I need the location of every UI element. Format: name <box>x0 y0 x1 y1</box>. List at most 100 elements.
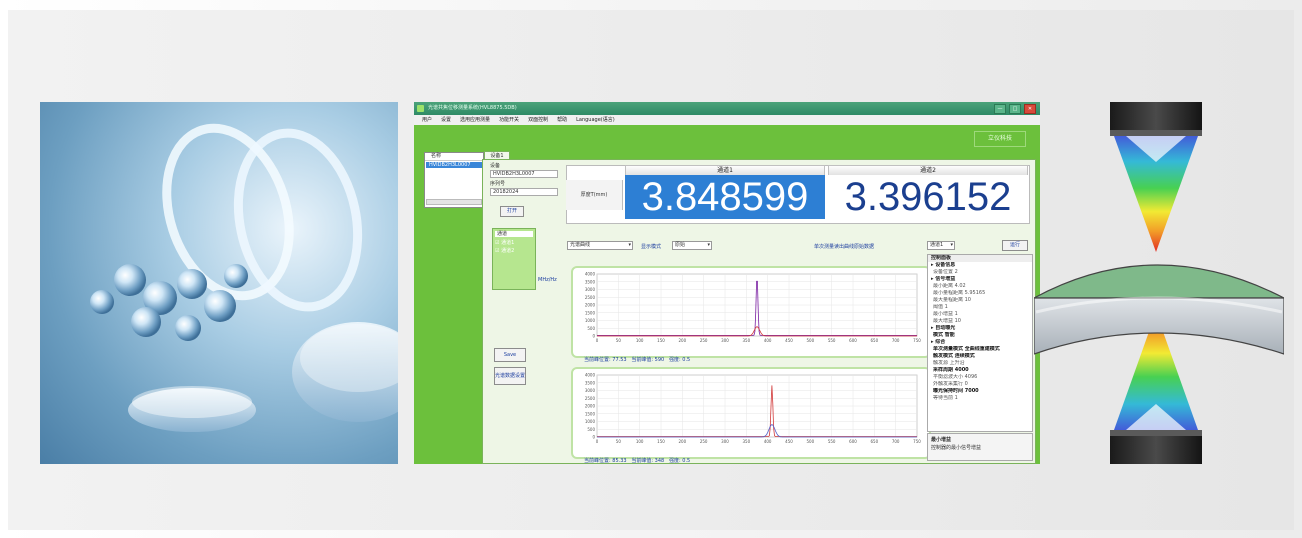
y-tick-label: 3000 <box>585 388 596 393</box>
open-button[interactable]: 打开 <box>500 206 524 217</box>
device-list-header: 名称 <box>425 153 483 161</box>
property-row[interactable]: 模式 智能 <box>928 332 1032 339</box>
display-mode-select[interactable]: 原始 ▾ <box>672 241 712 250</box>
x-tick-label: 200 <box>679 439 687 444</box>
x-tick-label: 100 <box>636 439 644 444</box>
x-tick-label: 150 <box>657 338 665 343</box>
menu-dual-control[interactable]: 双面控制 <box>528 115 548 125</box>
spectrum-chart-2-plot: 0 50 100 150 200 250 300 350 400 450 500 550 600 650 7… <box>585 373 921 445</box>
property-grid[interactable]: 控制面板 ▸ 设备信息 设备位置 2 ▸ 信号增益 最小距离 4.02 最小量程距离 5… <box>927 254 1033 432</box>
property-row[interactable]: 最大增益 10 <box>928 318 1032 325</box>
property-row[interactable]: 等待当前 1 <box>928 395 1032 402</box>
spectrum-chart-2: 0 50 100 150 200 250 300 350 400 450 500 550 600 650 7… <box>571 367 931 459</box>
channel2-thickness-value: 3.396152 <box>828 175 1028 219</box>
chart2-intensity: 强度: 0.5 <box>668 458 691 464</box>
chart2-peak-position: 当前峰位置: 85.33 <box>584 458 627 464</box>
property-description: 最小增益 控制器的最小信号增益 <box>927 433 1033 461</box>
channel-select: 通道 ☑ 通道1 ☑ 通道2 <box>492 228 536 290</box>
menu-help[interactable]: 帮助 <box>557 115 567 125</box>
x-tick-label: 350 <box>743 338 751 343</box>
chart2-status: 当前峰位置: 85.33 当前峰值: 348 强度: 0.5 <box>584 457 690 464</box>
x-tick-label: 600 <box>849 338 857 343</box>
y-tick-label: 1000 <box>585 318 596 323</box>
channel-select-header: 通道 <box>495 231 533 237</box>
menu-user[interactable]: 用户 <box>422 115 432 125</box>
chart1-status: 当前峰位置: 77.53 当前峰值: 590 强度: 0.5 <box>584 356 690 363</box>
y-tick-label: 1500 <box>585 411 596 416</box>
y-tick-label: 2500 <box>585 396 596 401</box>
x-tick-label: 650 <box>871 338 879 343</box>
property-group[interactable]: ▸ 自动曝光 <box>928 325 1032 332</box>
x-tick-label: 200 <box>679 338 687 343</box>
property-row[interactable]: 设备位置 2 <box>928 269 1032 276</box>
menu-settings[interactable]: 设置 <box>441 115 451 125</box>
chevron-down-icon: ▾ <box>628 242 631 248</box>
y-tick-label: 4000 <box>585 272 596 277</box>
property-group[interactable]: ▸ 设备信息 <box>928 262 1032 269</box>
menu-language[interactable]: Language(语言) <box>576 115 615 125</box>
x-tick-label: 700 <box>892 439 900 444</box>
mode-select[interactable]: 光谱曲线 ▾ <box>567 241 633 250</box>
x-tick-label: 450 <box>785 439 793 444</box>
x-tick-label: 700 <box>892 338 900 343</box>
menu-application[interactable]: 选用应用测量 <box>460 115 490 125</box>
y-tick-label: 4000 <box>585 373 596 378</box>
window-title: 光谱共焦位移测量系统(HVL8875.5DB) <box>428 105 517 111</box>
x-tick-label: 300 <box>721 338 729 343</box>
thickness-label: 厚度T(mm) <box>566 180 623 210</box>
property-row[interactable]: 最小增益 1 <box>928 311 1032 318</box>
x-tick-label: 750 <box>913 338 921 343</box>
property-toolbar[interactable]: 控制面板 <box>928 255 1032 262</box>
serial-label: 序列号 <box>490 181 506 187</box>
x-tick-label: 350 <box>743 439 751 444</box>
chart1-peak-position: 当前峰位置: 77.53 <box>584 357 627 363</box>
property-row[interactable]: 曝光保持时间 7000 <box>928 388 1032 395</box>
y-tick-label: 3500 <box>585 380 596 385</box>
x-tick-label: 500 <box>807 439 815 444</box>
mode-note: 单次测量读出曲线原始数据 <box>814 244 875 250</box>
property-row[interactable]: 最大量程距离 10 <box>928 297 1032 304</box>
device-list[interactable]: 名称 HVIDB2H3L0007 <box>424 152 484 208</box>
property-row[interactable]: 最小距离 4.02 <box>928 283 1032 290</box>
device-list-scrollbar[interactable] <box>426 199 482 205</box>
x-tick-label: 400 <box>764 439 772 444</box>
device-info: 设备 HVIDB2H3L0007 序列号 20182024 <box>490 162 558 198</box>
spectrum-settings-button[interactable]: 光谱数据设置 <box>494 367 526 385</box>
y-tick-label: 1000 <box>585 419 596 424</box>
menu-functions[interactable]: 功能开关 <box>499 115 519 125</box>
minimize-button[interactable]: — <box>994 104 1006 114</box>
property-row[interactable]: 触发源 上升沿 <box>928 360 1032 367</box>
device-field[interactable]: HVIDB2H3L0007 <box>490 170 558 178</box>
x-tick-label: 550 <box>828 439 836 444</box>
y-tick-label: 2500 <box>585 295 596 300</box>
channel-select-dropdown[interactable]: 通道1 ▾ <box>927 241 955 250</box>
property-row[interactable]: 平衡滤波大小 4096 <box>928 374 1032 381</box>
serial-field[interactable]: 20182024 <box>490 188 558 196</box>
property-row[interactable]: 单次测量模式 全曲线重建模式 <box>928 346 1032 353</box>
property-row[interactable]: 最小量程距离 5.95165 <box>928 290 1032 297</box>
property-row[interactable]: 阈值 1 <box>928 304 1032 311</box>
x-tick-label: 400 <box>764 338 772 343</box>
save-button[interactable]: Save <box>494 348 526 362</box>
maximize-button[interactable]: □ <box>1009 104 1021 114</box>
property-group[interactable]: ▸ 信号增益 <box>928 276 1032 283</box>
property-group[interactable]: ▸ 综合 <box>928 339 1032 346</box>
device-list-item[interactable]: HVIDB2H3L0007 <box>426 162 482 168</box>
channel2-checkbox[interactable]: ☑ 通道2 <box>495 247 533 254</box>
x-tick-label: 650 <box>871 439 879 444</box>
property-row[interactable]: 外触发采集行 0 <box>928 381 1032 388</box>
property-description-title: 最小增益 <box>931 437 952 443</box>
y-tick-label: 2000 <box>585 404 596 409</box>
app-icon <box>417 105 424 112</box>
property-row[interactable]: 采样周期 4000 <box>928 367 1032 374</box>
x-tick-label: 0 <box>596 338 599 343</box>
x-tick-label: 150 <box>657 439 665 444</box>
x-tick-label: 450 <box>785 338 793 343</box>
sample-rate-label: MHz/Hz <box>538 277 557 283</box>
run-button[interactable]: 运行 <box>1002 240 1028 251</box>
x-tick-label: 50 <box>616 338 622 343</box>
property-row[interactable]: 触发模式 连续模式 <box>928 353 1032 360</box>
chart1-peak-value: 当前峰值: 590 <box>631 357 665 363</box>
x-tick-label: 750 <box>913 439 921 444</box>
channel1-checkbox[interactable]: ☑ 通道1 <box>495 239 533 246</box>
